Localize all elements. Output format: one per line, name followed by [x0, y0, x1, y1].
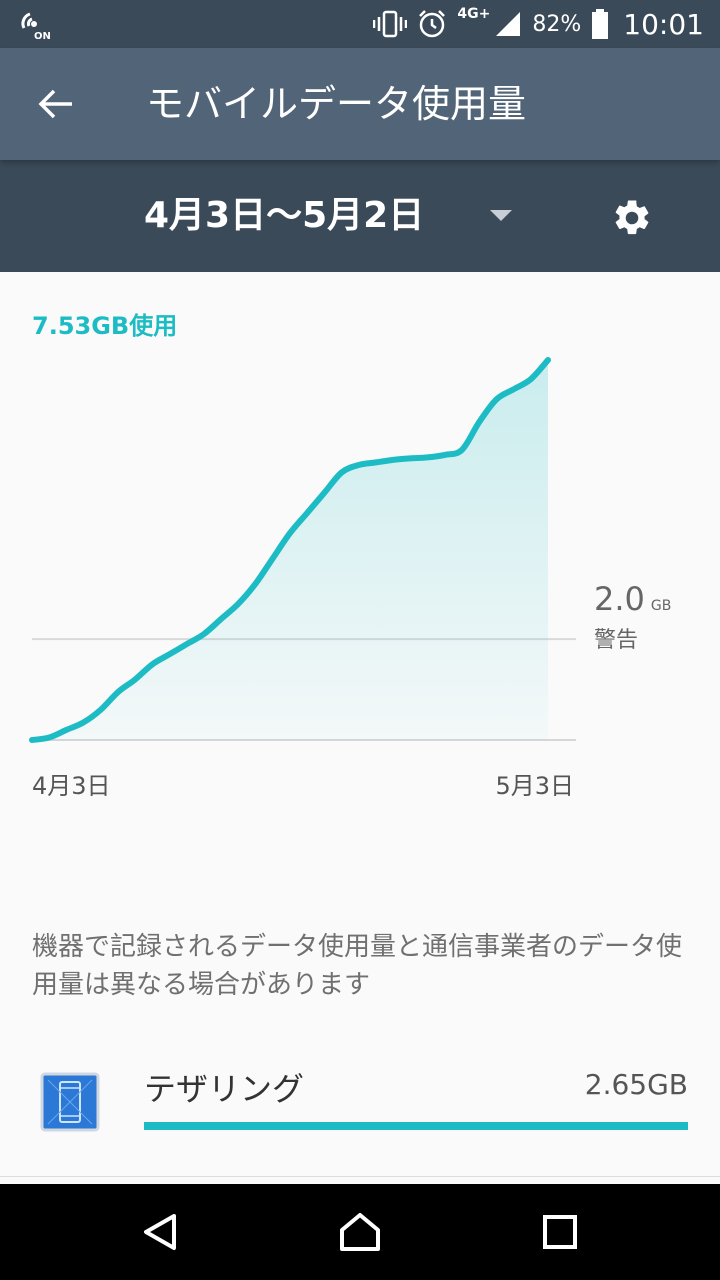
usage-chart[interactable] [0, 340, 720, 760]
chevron-down-icon [490, 210, 512, 221]
tethering-icon [40, 1068, 102, 1134]
back-button[interactable] [24, 76, 88, 132]
clock: 10:01 [623, 7, 704, 41]
warning-label: 警告 [594, 628, 639, 653]
app-usage-bar [144, 1122, 688, 1130]
alarm-icon [419, 10, 446, 38]
signal-icon [496, 12, 521, 36]
app-data-size: 2.65GB [584, 1068, 688, 1101]
app-name: テザリング [144, 1070, 305, 1108]
battery-percent: 82% [532, 11, 582, 37]
nav-back-icon [144, 1214, 176, 1250]
app-bar: モバイルデータ使用量 [0, 48, 720, 160]
nav-home-icon [340, 1213, 380, 1251]
usage-area [32, 360, 548, 740]
vibrate-icon [373, 10, 408, 38]
warning-value: 2.0 GB [594, 580, 672, 618]
svg-text:ON: ON [34, 31, 51, 40]
divider [0, 1176, 720, 1177]
navigation-bar [0, 1184, 720, 1280]
nfc-on-icon: ON [18, 8, 52, 42]
gear-icon [615, 200, 649, 235]
nav-recents-button[interactable] [528, 1202, 592, 1262]
period-selector[interactable]: 4月3日〜5月2日 [144, 190, 424, 242]
x-tick-label-start: 4月3日 [32, 772, 111, 800]
x-tick-label-end: 5月3日 [495, 772, 574, 800]
settings-button[interactable] [602, 188, 662, 248]
nav-back-button[interactable] [128, 1202, 192, 1262]
period-bar: 4月3日〜5月2日 [0, 160, 720, 272]
app-usage-bar-fill [144, 1122, 688, 1130]
period-dropdown-button[interactable] [476, 196, 526, 236]
arrow-back-icon [38, 89, 72, 119]
nav-recents-icon [543, 1215, 577, 1249]
battery-icon [592, 9, 609, 39]
usage-notice: 機器で記録されるデータ使用量と通信事業者のデータ使用量は異なる場合があります [32, 932, 683, 1000]
page-title: モバイルデータ使用量 [146, 82, 527, 126]
app-usage-row[interactable]: テザリング 2.65GB [0, 1046, 720, 1176]
usage-total: 7.53GB使用 [32, 312, 178, 340]
network-type: 4G+ [457, 6, 491, 22]
status-icons: 4G+ 82% 10:01 [373, 0, 704, 48]
nav-home-button[interactable] [328, 1202, 392, 1262]
status-bar: ON 4G+ 82% 10:01 [0, 0, 720, 48]
